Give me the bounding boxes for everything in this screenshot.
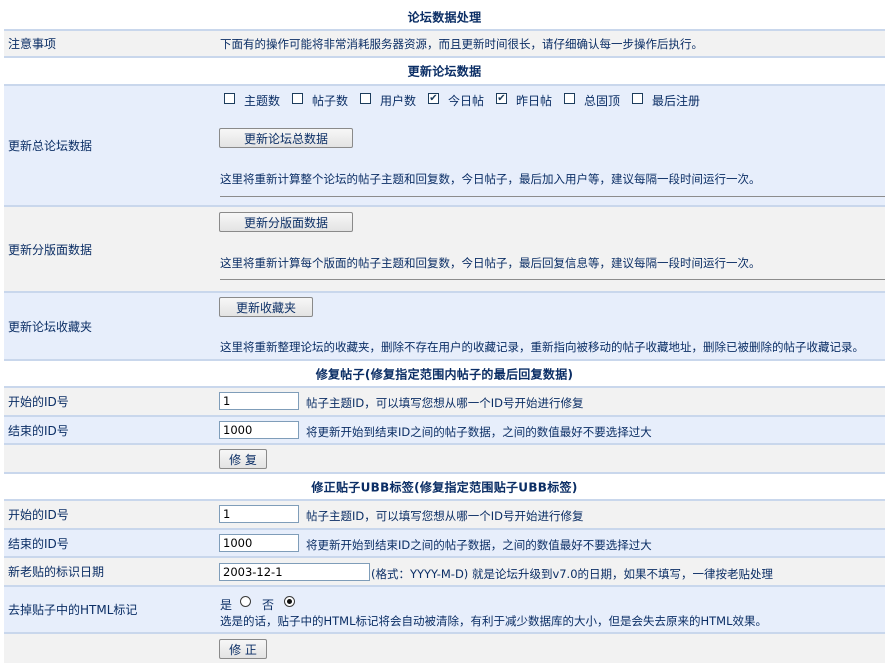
ubb-start-label: 开始的ID号 [4, 501, 216, 528]
update-section-title: 更新论坛数据 [407, 64, 482, 79]
notice-row: 注意事项 下面有的操作可能将非常消耗服务器资源，而且更新时间很长，请仔细确认每一… [4, 31, 885, 56]
page-title-row: 论坛数据处理 [4, 4, 885, 29]
ubb-section-header: 修正贴子UBB标签(修复指定范围贴子UBB标签) [4, 474, 885, 499]
ubb-fix-button[interactable]: 修 正 [219, 639, 267, 659]
fix-button-label-cell [4, 445, 216, 472]
update-boards-label: 更新分版面数据 [4, 207, 216, 291]
ubb-end-cell: 将更新开始到结束ID之间的帖子数据，之间的数值最好不要选择过大 [216, 530, 885, 556]
ubb-html-row: 去掉贴子中的HTML标记 是 否 选是的话，贴子中的HTML标记将会自动被清除，… [4, 587, 885, 632]
ubb-button-row: 修 正 [4, 634, 885, 663]
update-boards-cell: 更新分版面数据 这里将重新计算每个版面的帖子主题和回复数，今日帖子，最后回复信息… [216, 207, 885, 291]
update-section-header: 更新论坛数据 [4, 58, 885, 84]
fix-start-cell: 帖子主题ID，可以填写您想从哪一个ID号开始进行修复 [216, 388, 885, 415]
fix-start-row: 开始的ID号 帖子主题ID，可以填写您想从哪一个ID号开始进行修复 [4, 388, 885, 415]
radio-yes[interactable] [240, 596, 251, 607]
update-boards-desc: 这里将重新计算每个版面的帖子主题和回复数，今日帖子，最后回复信息等，建议每隔一段… [220, 256, 761, 270]
update-total-label: 更新总论坛数据 [4, 86, 216, 205]
ubb-html-hint: 选是的话，贴子中的HTML标记将会自动被清除，有利于减少数据库的大小，但是会失去… [220, 614, 767, 628]
page-title: 论坛数据处理 [407, 10, 482, 24]
update-total-button[interactable]: 更新论坛总数据 [219, 128, 353, 148]
update-total-desc: 这里将重新计算整个论坛的帖子主题和回复数，今日帖子，最后加入用户等，建议每隔一段… [220, 172, 761, 186]
checkbox-label-posts: 帖子数 [312, 94, 349, 108]
radio-no[interactable] [284, 596, 295, 607]
update-total-row: 更新总论坛数据 主题数 帖子数 用户数 ✔ 今日帖 ✔ 昨日帖 总固顶 最后注册… [4, 86, 885, 205]
update-boards-row: 更新分版面数据 更新分版面数据 这里将重新计算每个版面的帖子主题和回复数，今日帖… [4, 207, 885, 291]
checkbox-label-last-register: 最后注册 [652, 94, 701, 108]
update-favorites-row: 更新论坛收藏夹 更新收藏夹 这里将重新整理论坛的收藏夹，删除不存在用户的收藏记录… [4, 293, 885, 359]
notice-label: 注意事项 [4, 31, 216, 56]
fix-end-label: 结束的ID号 [4, 417, 216, 443]
ubb-start-cell: 帖子主题ID，可以填写您想从哪一个ID号开始进行修复 [216, 501, 885, 528]
fix-button[interactable]: 修 复 [219, 449, 267, 469]
fix-start-id-input[interactable] [219, 392, 299, 410]
checkbox-last-register[interactable] [632, 93, 643, 104]
ubb-date-input[interactable] [219, 563, 370, 581]
checkbox-yesterday-posts[interactable]: ✔ [496, 93, 507, 104]
fix-end-cell: 将更新开始到结束ID之间的帖子数据，之间的数值最好不要选择过大 [216, 417, 885, 443]
fix-section-title: 修复帖子(修复指定范围内帖子的最后回复数据) [315, 367, 574, 381]
ubb-html-cell: 是 否 选是的话，贴子中的HTML标记将会自动被清除，有利于减少数据库的大小，但… [216, 587, 885, 632]
ubb-start-row: 开始的ID号 帖子主题ID，可以填写您想从哪一个ID号开始进行修复 [4, 501, 885, 528]
checkbox-label-today-posts: 今日帖 [448, 94, 485, 108]
ubb-end-hint: 将更新开始到结束ID之间的帖子数据，之间的数值最好不要选择过大 [306, 538, 652, 552]
ubb-end-row: 结束的ID号 将更新开始到结束ID之间的帖子数据，之间的数值最好不要选择过大 [4, 530, 885, 556]
checkbox-label-yesterday-posts: 昨日帖 [516, 94, 553, 108]
ubb-date-label: 新老贴的标识日期 [4, 558, 216, 585]
ubb-button-label-cell [4, 634, 216, 663]
fix-button-cell: 修 复 [216, 445, 885, 472]
notice-cell: 下面有的操作可能将非常消耗服务器资源，而且更新时间很长，请仔细确认每一步操作后执… [216, 31, 885, 56]
ubb-date-hint: (格式：YYYY-M-D) 就是论坛升级到v7.0的日期，如果不填写，一律按老贴… [371, 567, 774, 581]
checkbox-topics[interactable] [224, 93, 235, 104]
ubb-button-cell: 修 正 [216, 634, 885, 663]
update-favorites-desc: 这里将重新整理论坛的收藏夹，删除不存在用户的收藏记录，重新指向被移动的帖子收藏地… [220, 340, 864, 354]
checkbox-label-users: 用户数 [380, 94, 417, 108]
checkbox-posts[interactable] [292, 93, 303, 104]
fix-start-hint: 帖子主题ID，可以填写您想从哪一个ID号开始进行修复 [306, 396, 584, 410]
ubb-date-row: 新老贴的标识日期 (格式：YYYY-M-D) 就是论坛升级到v7.0的日期，如果… [4, 558, 885, 585]
ubb-end-id-input[interactable] [219, 534, 299, 552]
fix-section-header: 修复帖子(修复指定范围内帖子的最后回复数据) [4, 361, 885, 386]
checkbox-users[interactable] [360, 93, 371, 104]
fix-button-row: 修 复 [4, 445, 885, 472]
radio-no-label: 否 [262, 598, 275, 612]
fix-start-label: 开始的ID号 [4, 388, 216, 415]
ubb-date-cell: (格式：YYYY-M-D) 就是论坛升级到v7.0的日期，如果不填写，一律按老贴… [216, 558, 885, 585]
update-favorites-cell: 更新收藏夹 这里将重新整理论坛的收藏夹，删除不存在用户的收藏记录，重新指向被移动… [216, 293, 885, 359]
divider [220, 279, 885, 280]
ubb-end-label: 结束的ID号 [4, 530, 216, 556]
update-total-cell: 主题数 帖子数 用户数 ✔ 今日帖 ✔ 昨日帖 总固顶 最后注册 更新论坛总数据… [216, 86, 885, 205]
fix-end-hint: 将更新开始到结束ID之间的帖子数据，之间的数值最好不要选择过大 [306, 425, 652, 439]
divider [220, 196, 885, 197]
checkbox-label-global-top: 总固顶 [584, 94, 621, 108]
ubb-section-title: 修正贴子UBB标签(修复指定范围贴子UBB标签) [311, 480, 578, 494]
ubb-html-label: 去掉贴子中的HTML标记 [4, 587, 216, 632]
fix-end-id-input[interactable] [219, 421, 299, 439]
update-boards-button[interactable]: 更新分版面数据 [219, 212, 353, 232]
update-favorites-label: 更新论坛收藏夹 [4, 293, 216, 359]
radio-yes-label: 是 [220, 598, 233, 612]
ubb-start-hint: 帖子主题ID，可以填写您想从哪一个ID号开始进行修复 [306, 509, 584, 523]
fix-end-row: 结束的ID号 将更新开始到结束ID之间的帖子数据，之间的数值最好不要选择过大 [4, 417, 885, 443]
checkbox-label-topics: 主题数 [244, 94, 281, 108]
update-favorites-button[interactable]: 更新收藏夹 [219, 297, 313, 317]
notice-text: 下面有的操作可能将非常消耗服务器资源，而且更新时间很长，请仔细确认每一步操作后执… [220, 37, 703, 51]
checkbox-today-posts[interactable]: ✔ [428, 93, 439, 104]
ubb-start-id-input[interactable] [219, 505, 299, 523]
checkbox-global-top[interactable] [564, 93, 575, 104]
